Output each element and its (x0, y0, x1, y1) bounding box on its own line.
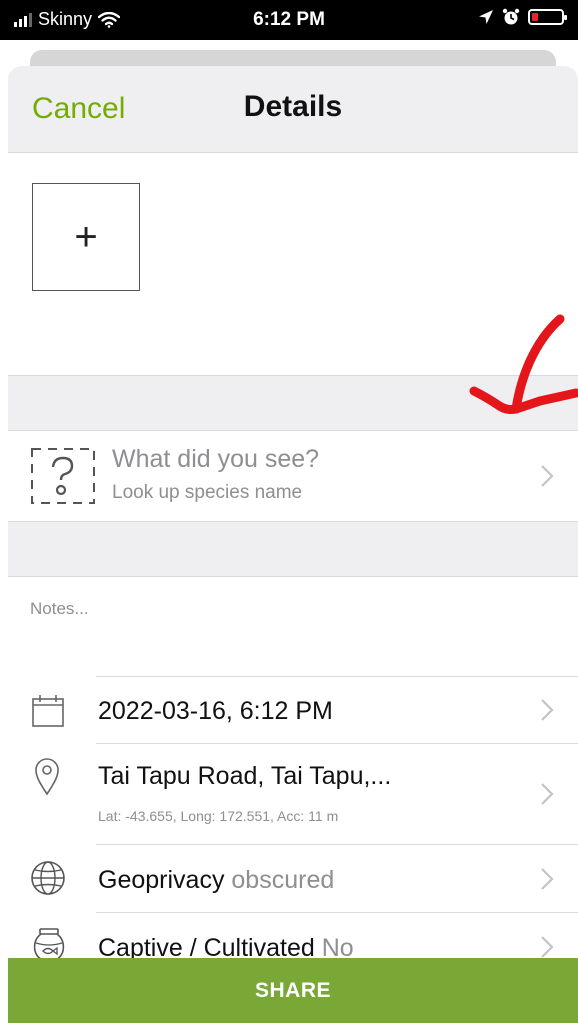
row-divider (96, 676, 578, 677)
page-title: Details (243, 90, 343, 123)
battery-level (532, 13, 538, 21)
chevron-right-icon (541, 868, 554, 890)
red-checkmark-annotation (469, 314, 578, 414)
location-name: Tai Tapu Road, Tai Tapu,... (98, 762, 392, 790)
plus-icon: + (74, 214, 98, 259)
globe-icon (31, 861, 65, 895)
details-form: + What did you see? Look up species name… (8, 153, 578, 962)
geoprivacy-label: Geoprivacy obscured (98, 866, 334, 895)
geoprivacy-title: Geoprivacy (98, 866, 225, 894)
section-divider (8, 521, 578, 577)
geoprivacy-row[interactable]: Geoprivacy obscured (8, 845, 578, 913)
location-pin-icon (35, 758, 59, 796)
date-row[interactable]: 2022-03-16, 6:12 PM (8, 676, 578, 744)
location-row[interactable]: Tai Tapu Road, Tai Tapu,... Lat: -43.655… (8, 744, 578, 845)
location-coordinates: Lat: -43.655, Long: 172.551, Acc: 11 m (98, 808, 339, 824)
species-placeholder-icon (31, 448, 95, 504)
chevron-right-icon (541, 936, 554, 958)
share-button[interactable]: SHARE (8, 958, 578, 1023)
status-right (478, 8, 567, 26)
species-subtitle: Look up species name (112, 482, 303, 503)
nav-header: Cancel Details (8, 66, 578, 153)
species-prompt: What did you see? (112, 445, 320, 473)
alarm-icon (502, 8, 520, 25)
chevron-right-icon (541, 783, 554, 805)
calendar-icon (32, 695, 64, 727)
chevron-right-icon (541, 465, 554, 487)
species-lookup-row[interactable]: What did you see? Look up species name (8, 431, 578, 521)
status-bar: Skinny 6:12 PM (0, 0, 578, 40)
chevron-right-icon (541, 699, 554, 721)
notes-field[interactable]: Notes... (30, 599, 89, 619)
add-photo-button[interactable]: + (32, 183, 140, 291)
date-value: 2022-03-16, 6:12 PM (98, 697, 333, 725)
geoprivacy-value: obscured (231, 866, 335, 894)
location-arrow-icon (479, 10, 493, 24)
battery-icon (528, 9, 567, 25)
